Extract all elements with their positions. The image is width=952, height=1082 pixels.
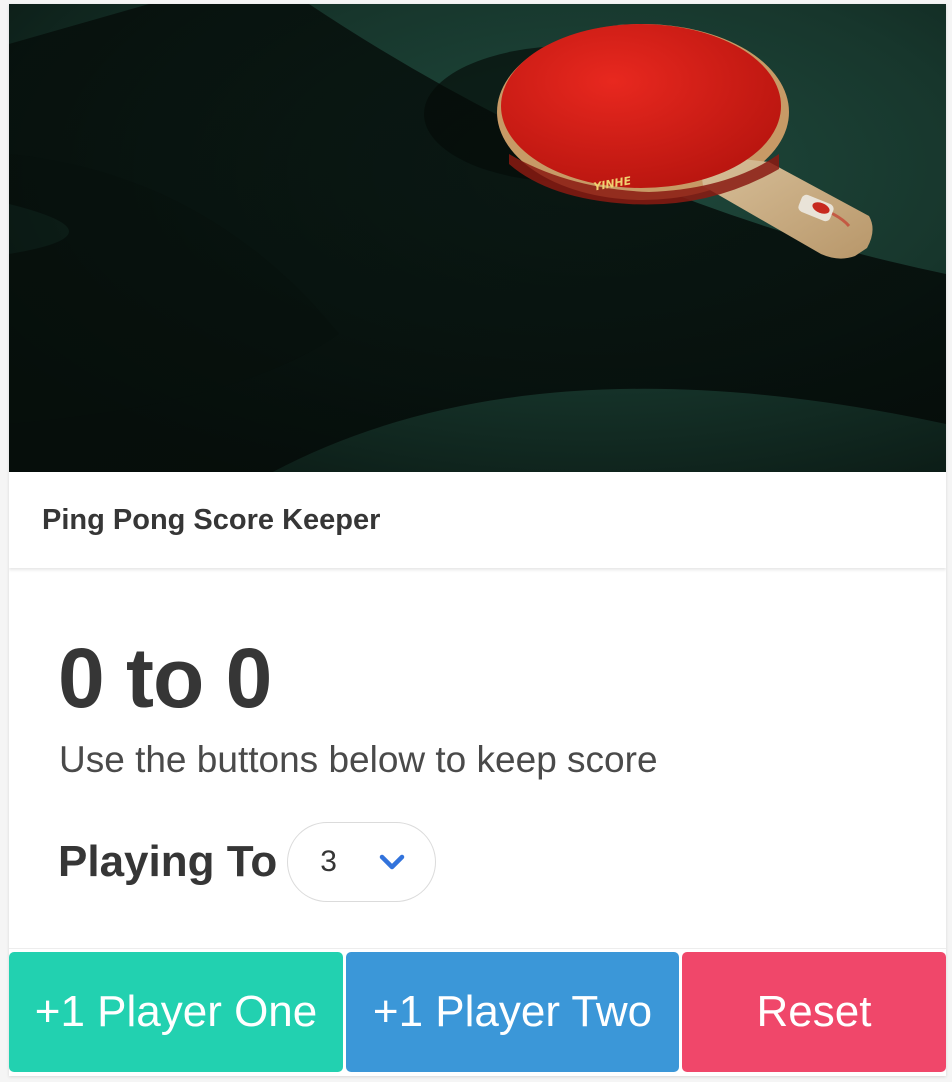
chevron-down-icon: [379, 854, 405, 870]
score-display: 0 to 0: [58, 631, 272, 725]
winning-score-value: 3: [320, 845, 337, 878]
instructions-text: Use the buttons below to keep score: [59, 739, 658, 780]
playing-to-row: Playing To 3: [58, 822, 437, 902]
card-content: 0 to 0 Use the buttons below to keep sco…: [9, 568, 946, 948]
winning-score-select[interactable]: 3: [287, 822, 437, 902]
playing-to-label: Playing To: [58, 837, 278, 886]
add-point-player-two-button[interactable]: +1 Player Two: [346, 952, 679, 1072]
add-point-player-one-button[interactable]: +1 Player One: [9, 952, 343, 1072]
card-footer: +1 Player One +1 Player Two Reset: [9, 948, 946, 1076]
score-keeper-card: YINHE Ping Pong Score Keeper 0 to 0 Use …: [9, 4, 946, 1076]
page-title: Ping Pong Score Keeper: [42, 504, 381, 536]
ping-pong-paddle-image: YINHE: [9, 4, 946, 472]
reset-button[interactable]: Reset: [682, 952, 946, 1072]
card-header: Ping Pong Score Keeper: [9, 472, 946, 568]
